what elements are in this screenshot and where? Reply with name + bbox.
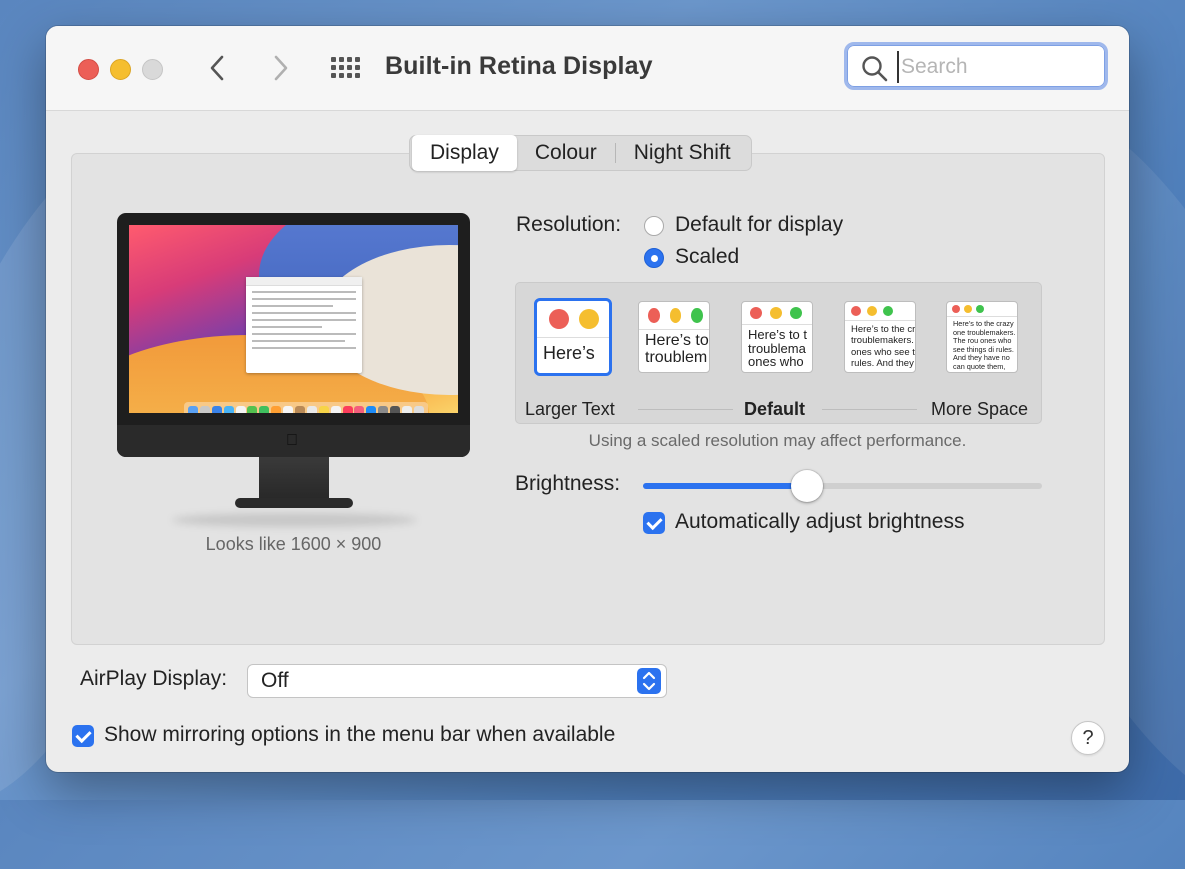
brightness-slider[interactable] xyxy=(643,470,1042,502)
preferences-window: Built-in Retina Display Display Colour N… xyxy=(46,26,1129,772)
imac-screen xyxy=(129,225,458,413)
airplay-select[interactable]: Off xyxy=(247,664,667,698)
title-bar: Built-in Retina Display xyxy=(46,26,1129,111)
scale-option-more-space[interactable]: Here’s to the crazy one troublemakers. T… xyxy=(946,301,1018,373)
scale-option-4[interactable]: Here’s to the cr troublemakers. ones who… xyxy=(844,301,916,373)
tab-night-shift[interactable]: Night Shift xyxy=(616,135,749,171)
radio-default-for-display[interactable] xyxy=(644,216,664,236)
mini-dock xyxy=(184,402,428,413)
radio-scaled[interactable] xyxy=(644,248,664,268)
tab-colour[interactable]: Colour xyxy=(517,135,615,171)
forward-button[interactable] xyxy=(268,54,292,82)
performance-note: Using a scaled resolution may affect per… xyxy=(588,431,967,450)
scale-label-larger-text: Larger Text xyxy=(525,399,615,419)
help-button[interactable]: ? xyxy=(1071,721,1105,755)
radio-default-label[interactable]: Default for display xyxy=(675,213,843,237)
minimize-button[interactable] xyxy=(110,59,131,80)
search-input[interactable] xyxy=(897,51,1103,83)
scale-preview-text: Here’s to troublem xyxy=(645,332,709,366)
close-button[interactable] xyxy=(78,59,99,80)
scale-option-larger-text[interactable]: Here’s xyxy=(534,298,612,376)
auto-brightness-label[interactable]: Automatically adjust brightness xyxy=(675,510,964,534)
mini-document-window xyxy=(246,277,362,373)
search-icon xyxy=(862,56,888,82)
back-button[interactable] xyxy=(206,54,230,82)
scale-preview-text: Here’s to t troublema ones who xyxy=(748,327,808,370)
resolution-label: Resolution: xyxy=(516,213,622,236)
airplay-selected-value: Off xyxy=(261,669,289,692)
scale-preview-text: Here’s xyxy=(543,343,595,363)
scale-option-2[interactable]: Here’s to troublem xyxy=(638,301,710,373)
window-title: Built-in Retina Display xyxy=(385,52,653,80)
zoom-button[interactable] xyxy=(142,59,163,80)
imac-foot xyxy=(235,498,353,508)
scale-preview-text: Here’s to the cr troublemakers. ones who… xyxy=(851,324,916,370)
brightness-slider-fill xyxy=(643,483,807,489)
display-illustration:  xyxy=(117,213,470,527)
brightness-slider-knob[interactable] xyxy=(791,470,823,502)
scale-preview-text: Here’s to the crazy one troublemakers. T… xyxy=(953,319,1016,372)
chevron-right-icon xyxy=(274,55,288,81)
scale-options-box: Here’s Here’s to troublem Here’s to t tr… xyxy=(515,282,1042,424)
tab-display[interactable]: Display xyxy=(412,135,517,171)
scale-label-default: Default xyxy=(744,399,806,419)
mirroring-checkbox[interactable] xyxy=(72,725,94,747)
resolution-summary: Looks like 1600 × 900 xyxy=(205,534,382,554)
auto-brightness-checkbox[interactable] xyxy=(643,512,665,534)
scale-option-default[interactable]: Here’s to t troublema ones who xyxy=(741,301,813,373)
grid-icon xyxy=(331,57,360,78)
search-field[interactable] xyxy=(844,42,1108,90)
brightness-label: Brightness: xyxy=(515,472,621,495)
chevron-left-icon xyxy=(210,55,224,81)
tab-bar: Display Colour Night Shift xyxy=(409,135,752,171)
radio-scaled-label[interactable]: Scaled xyxy=(675,245,739,269)
scale-label-more-space: More Space xyxy=(931,399,1029,419)
mirroring-label[interactable]: Show mirroring options in the menu bar w… xyxy=(104,723,615,747)
airplay-label: AirPlay Display: xyxy=(80,667,228,690)
show-all-button[interactable] xyxy=(330,56,362,80)
apple-logo-icon:  xyxy=(286,432,298,450)
select-arrows-icon xyxy=(637,668,661,694)
